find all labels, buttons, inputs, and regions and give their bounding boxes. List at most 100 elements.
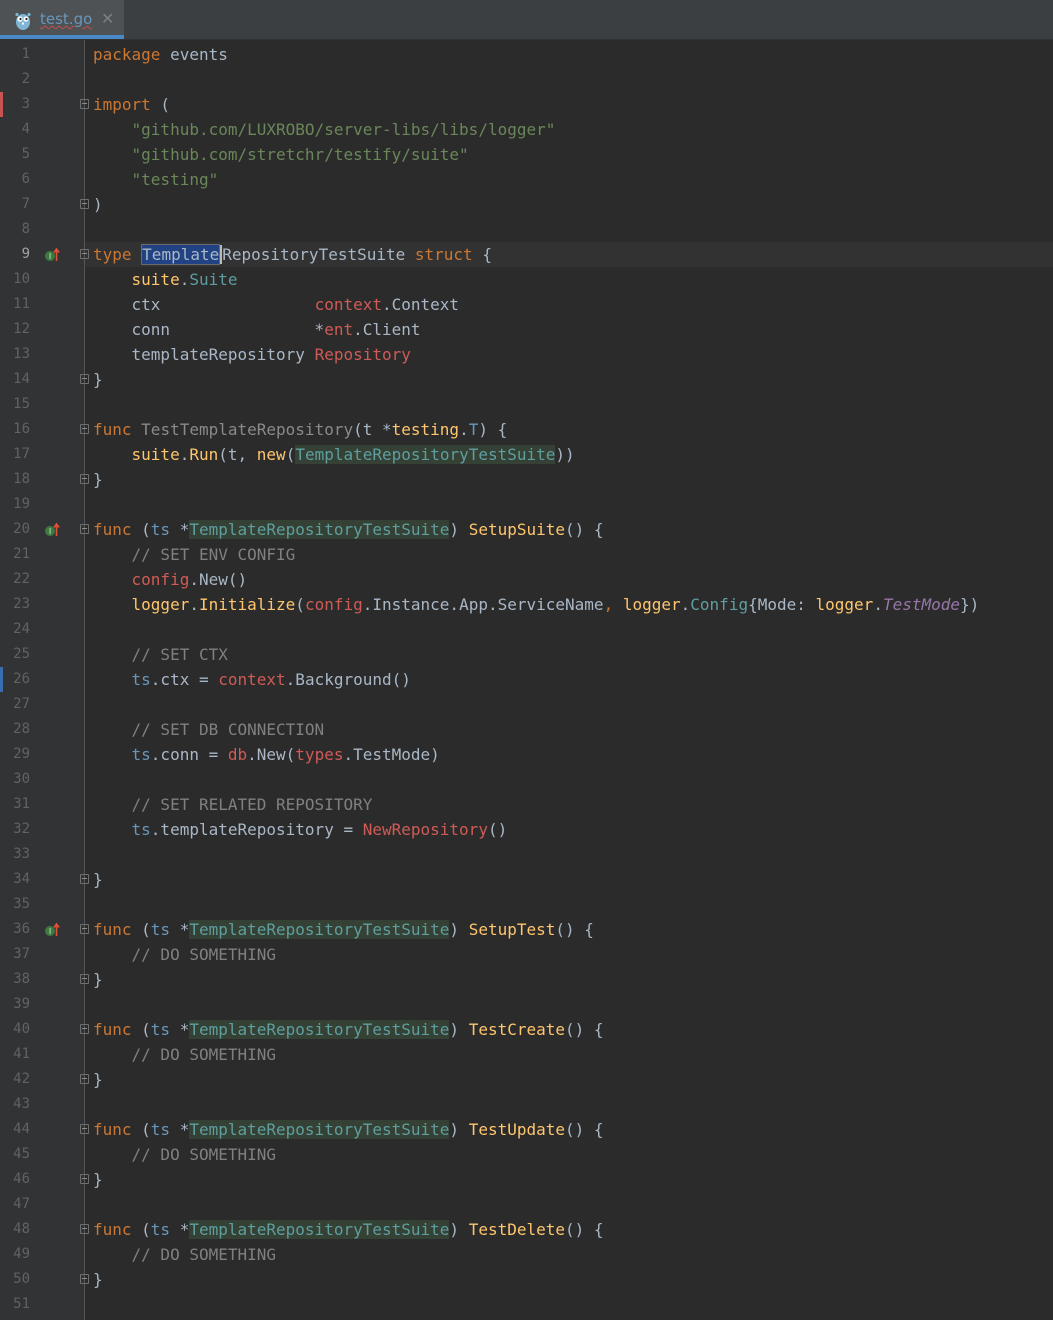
fold-marker-icon[interactable] <box>80 874 89 884</box>
code-text[interactable]: } <box>93 1067 103 1092</box>
code-line[interactable]: 23 logger.Initialize(config.Instance.App… <box>0 592 1053 617</box>
implements-interface-icon[interactable]: I <box>44 922 60 938</box>
code-line[interactable]: 44 func (ts *TemplateRepositoryTestSuite)… <box>0 1117 1053 1142</box>
code-line[interactable]: 38} <box>0 967 1053 992</box>
code-line[interactable]: 10 suite.Suite <box>0 267 1053 292</box>
code-line[interactable]: 28 // SET DB CONNECTION <box>0 717 1053 742</box>
code-text[interactable]: package events <box>93 42 228 67</box>
code-line[interactable]: 12 conn *ent.Client <box>0 317 1053 342</box>
fold-marker-icon[interactable] <box>80 249 89 259</box>
fold-marker-icon[interactable] <box>80 924 89 934</box>
code-line[interactable]: 43 <box>0 1092 1053 1117</box>
code-text[interactable]: // SET ENV CONFIG <box>93 542 296 567</box>
tab-test-go[interactable]: test.go ✕ <box>0 0 124 39</box>
code-line[interactable]: 51 <box>0 1292 1053 1317</box>
code-line[interactable]: 19 <box>0 492 1053 517</box>
code-text[interactable]: type Template RepositoryTestSuite struct … <box>93 242 492 267</box>
code-line[interactable]: 5 "github.com/stretchr/testify/suite" <box>0 142 1053 167</box>
code-text[interactable]: func (ts *TemplateRepositoryTestSuite) T… <box>93 1117 604 1142</box>
code-text[interactable]: "github.com/LUXROBO/server-libs/libs/log… <box>93 117 556 142</box>
code-line[interactable]: 24 <box>0 617 1053 642</box>
code-line[interactable]: 32 ts.templateRepository = NewRepository… <box>0 817 1053 842</box>
code-line[interactable]: 50} <box>0 1267 1053 1292</box>
code-line[interactable]: 11 ctx context.Context <box>0 292 1053 317</box>
code-text[interactable]: config.New() <box>93 567 248 592</box>
code-line[interactable]: 25 // SET CTX <box>0 642 1053 667</box>
code-line[interactable]: 7) <box>0 192 1053 217</box>
code-text[interactable]: func (ts *TemplateRepositoryTestSuite) T… <box>93 1217 604 1242</box>
code-text[interactable]: // SET RELATED REPOSITORY <box>93 792 373 817</box>
code-text[interactable]: ts.templateRepository = NewRepository() <box>93 817 508 842</box>
code-line[interactable]: 37 // DO SOMETHING <box>0 942 1053 967</box>
code-line[interactable]: 29 ts.conn = db.New(types.TestMode) <box>0 742 1053 767</box>
code-text[interactable]: "github.com/stretchr/testify/suite" <box>93 142 469 167</box>
code-text[interactable]: } <box>93 1167 103 1192</box>
code-text[interactable]: suite.Suite <box>93 267 238 292</box>
code-line[interactable]: 4 "github.com/LUXROBO/server-libs/libs/l… <box>0 117 1053 142</box>
code-line[interactable]: 26 ts.ctx = context.Background() <box>0 667 1053 692</box>
code-line[interactable]: 22 config.New() <box>0 567 1053 592</box>
fold-marker-icon[interactable] <box>80 1274 89 1284</box>
code-line[interactable]: 2 <box>0 67 1053 92</box>
fold-marker-icon[interactable] <box>80 524 89 534</box>
code-line[interactable]: 16 func TestTemplateRepository(t *testing… <box>0 417 1053 442</box>
code-line[interactable]: 36 Ifunc (ts *TemplateRepositoryTestSuite… <box>0 917 1053 942</box>
code-text[interactable]: } <box>93 867 103 892</box>
fold-marker-icon[interactable] <box>80 1124 89 1134</box>
fold-marker-icon[interactable] <box>80 424 89 434</box>
code-line[interactable]: 3 import ( <box>0 92 1053 117</box>
code-line[interactable]: 1 package events <box>0 42 1053 67</box>
fold-marker-icon[interactable] <box>80 974 89 984</box>
code-text[interactable]: } <box>93 967 103 992</box>
close-icon[interactable]: ✕ <box>101 9 114 28</box>
code-text[interactable]: // SET CTX <box>93 642 228 667</box>
code-text[interactable]: func TestTemplateRepository(t *testing.T… <box>93 417 507 442</box>
implements-interface-icon[interactable]: I <box>44 247 60 263</box>
code-line[interactable]: 9 Itype Template RepositoryTestSuite struc… <box>0 242 1053 267</box>
code-text[interactable]: // SET DB CONNECTION <box>93 717 325 742</box>
code-text[interactable]: func (ts *TemplateRepositoryTestSuite) S… <box>93 517 604 542</box>
code-line[interactable]: 31 // SET RELATED REPOSITORY <box>0 792 1053 817</box>
code-text[interactable]: logger.Initialize(config.Instance.App.Se… <box>93 592 980 617</box>
code-line[interactable]: 15 <box>0 392 1053 417</box>
fold-marker-icon[interactable] <box>80 1174 89 1184</box>
code-line[interactable]: 34} <box>0 867 1053 892</box>
code-line[interactable]: 39 <box>0 992 1053 1017</box>
implements-interface-icon[interactable]: I <box>44 522 60 538</box>
code-text[interactable]: templateRepository Repository <box>93 342 411 367</box>
code-line[interactable]: 49 // DO SOMETHING <box>0 1242 1053 1267</box>
code-text[interactable]: suite.Run(t, new(TemplateRepositoryTestS… <box>93 442 575 467</box>
code-line[interactable]: 40 func (ts *TemplateRepositoryTestSuite)… <box>0 1017 1053 1042</box>
code-line[interactable]: 18} <box>0 467 1053 492</box>
fold-marker-icon[interactable] <box>80 1024 89 1034</box>
fold-marker-icon[interactable] <box>80 1224 89 1234</box>
code-line[interactable]: 45 // DO SOMETHING <box>0 1142 1053 1167</box>
code-text[interactable]: // DO SOMETHING <box>93 942 277 967</box>
code-line[interactable]: 6 "testing" <box>0 167 1053 192</box>
code-text[interactable]: // DO SOMETHING <box>93 1242 277 1267</box>
code-text[interactable]: ts.conn = db.New(types.TestMode) <box>93 742 440 767</box>
fold-marker-icon[interactable] <box>80 474 89 484</box>
code-text[interactable]: "testing" <box>93 167 219 192</box>
code-text[interactable]: } <box>93 367 103 392</box>
code-line[interactable]: 13 templateRepository Repository <box>0 342 1053 367</box>
fold-marker-icon[interactable] <box>80 199 89 209</box>
code-line[interactable]: 27 <box>0 692 1053 717</box>
code-line[interactable]: 47 <box>0 1192 1053 1217</box>
code-text[interactable]: ctx context.Context <box>93 292 460 317</box>
code-line[interactable]: 30 <box>0 767 1053 792</box>
fold-marker-icon[interactable] <box>80 99 89 109</box>
code-line[interactable]: 35 <box>0 892 1053 917</box>
code-line[interactable]: 46} <box>0 1167 1053 1192</box>
code-line[interactable]: 8 <box>0 217 1053 242</box>
code-line[interactable]: 33 <box>0 842 1053 867</box>
code-line[interactable]: 20 Ifunc (ts *TemplateRepositoryTestSuite… <box>0 517 1053 542</box>
code-text[interactable]: // DO SOMETHING <box>93 1142 277 1167</box>
code-line[interactable]: 14} <box>0 367 1053 392</box>
fold-marker-icon[interactable] <box>80 374 89 384</box>
code-line[interactable]: 17 suite.Run(t, new(TemplateRepositoryTe… <box>0 442 1053 467</box>
code-text[interactable]: } <box>93 1267 103 1292</box>
code-text[interactable]: ts.ctx = context.Background() <box>93 667 411 692</box>
code-text[interactable]: func (ts *TemplateRepositoryTestSuite) T… <box>93 1017 604 1042</box>
code-text[interactable]: } <box>93 467 103 492</box>
